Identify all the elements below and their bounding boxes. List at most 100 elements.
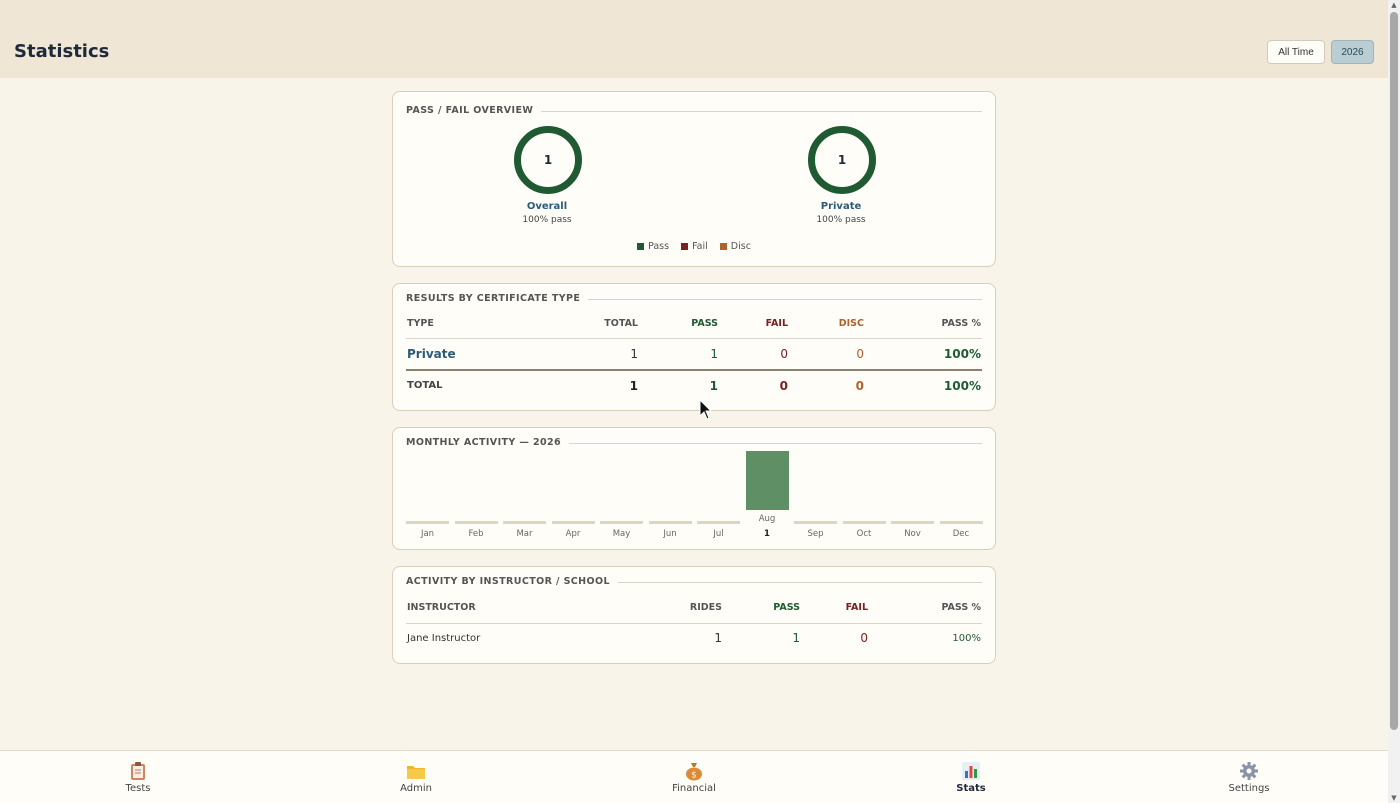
- clipboard-icon: [128, 761, 148, 781]
- nav-tests[interactable]: Tests: [78, 751, 198, 803]
- svg-text:$: $: [691, 771, 697, 781]
- page-title: Statistics: [14, 41, 110, 62]
- totals-disc: 0: [855, 379, 864, 393]
- legend: Pass Fail Disc: [393, 241, 995, 252]
- month-label: Nov: [904, 529, 921, 539]
- month-bar-sep: [794, 521, 837, 524]
- col-header-pass: PASS: [691, 318, 718, 329]
- nav-label: Financial: [672, 783, 716, 794]
- folder-icon: [406, 761, 426, 781]
- scroll-thumb[interactable]: [1390, 12, 1398, 730]
- month-label: Jan: [420, 529, 435, 539]
- nav-label: Stats: [956, 783, 986, 794]
- private-pass-rate: 100% pass: [816, 215, 866, 225]
- instructor-activity-card: ACTIVITY BY INSTRUCTOR / SCHOOL INSTRUCT…: [392, 566, 996, 664]
- month-bar-feb: [454, 521, 498, 524]
- card-title: RESULTS BY CERTIFICATE TYPE: [406, 293, 589, 304]
- totals-pass-pct: 100%: [943, 379, 981, 393]
- disc-swatch-icon: [719, 243, 727, 250]
- totals-total: 1: [629, 379, 638, 393]
- overall-pass-rate: 100% pass: [522, 215, 572, 225]
- nav-label: Settings: [1228, 783, 1270, 794]
- month-bar-aug: [745, 451, 789, 510]
- disc-value: 0: [856, 347, 864, 361]
- scroll-down-arrow-icon[interactable]: ▼: [1390, 794, 1398, 802]
- overall-label[interactable]: Overall: [477, 201, 617, 212]
- month-bar-jan: [406, 521, 449, 524]
- col-header-type: TYPE: [407, 318, 434, 329]
- totals-fail: 0: [779, 379, 788, 393]
- month-count: 1: [764, 529, 770, 539]
- page-header: Statistics All Time 2026: [0, 0, 1388, 78]
- bottom-nav: Tests Admin $ Financial Stats Settings: [0, 750, 1388, 803]
- pass-value: 1: [710, 347, 718, 361]
- private-label[interactable]: Private: [771, 201, 911, 212]
- nav-settings[interactable]: Settings: [1189, 751, 1309, 803]
- nav-label: Tests: [125, 783, 151, 794]
- pass-value: 1: [792, 631, 800, 645]
- col-header-instructor: INSTRUCTOR: [407, 602, 476, 613]
- legend-label: Fail: [692, 241, 708, 252]
- legend-pass: Pass: [637, 241, 669, 252]
- results-by-certificate-card: RESULTS BY CERTIFICATE TYPE TYPE TOTAL P…: [392, 283, 996, 411]
- month-label: Mar: [516, 529, 533, 539]
- month-label: Feb: [468, 529, 484, 539]
- card-title: PASS / FAIL OVERVIEW: [406, 105, 542, 116]
- legend-label: Disc: [730, 241, 751, 252]
- fail-swatch-icon: [681, 243, 689, 250]
- col-header-disc: DISC: [838, 318, 864, 329]
- pass-pct-value: 100%: [943, 347, 981, 361]
- pass-pct-value: 100%: [952, 633, 981, 644]
- mouse-cursor-icon: [699, 398, 713, 421]
- col-header-fail: FAIL: [765, 318, 788, 329]
- month-bar-jun: [648, 521, 692, 524]
- nav-admin[interactable]: Admin: [356, 751, 476, 803]
- month-bar-apr: [551, 521, 595, 524]
- year-filter-button[interactable]: 2026: [1331, 40, 1374, 64]
- private-donut: 1: [808, 126, 876, 194]
- card-title: ACTIVITY BY INSTRUCTOR / SCHOOL: [406, 576, 618, 587]
- col-header-fail: FAIL: [845, 602, 868, 613]
- month-bar-may: [600, 521, 643, 524]
- month-label: Jun: [663, 529, 677, 539]
- fail-value: 0: [860, 631, 868, 645]
- month-label: Jul: [713, 529, 724, 539]
- month-bar-dec: [939, 521, 983, 524]
- month-bar-mar: [503, 521, 546, 524]
- nav-financial[interactable]: $ Financial: [634, 751, 754, 803]
- money-bag-icon: $: [684, 761, 704, 781]
- gear-icon: [1239, 761, 1259, 781]
- bar-chart-icon: [961, 761, 981, 781]
- pass-fail-overview-card: PASS / FAIL OVERVIEW 1 Overall 100% pass…: [392, 91, 996, 267]
- month-label: Dec: [952, 529, 970, 539]
- legend-label: Pass: [648, 241, 670, 252]
- month-label: Aug: [758, 514, 776, 524]
- card-title: MONTHLY ACTIVITY — 2026: [406, 437, 570, 448]
- col-header-pass: PASS: [773, 602, 800, 613]
- instructor-name: Jane Instructor: [407, 633, 481, 644]
- month-bar-oct: [842, 521, 886, 524]
- month-bar-jul: [697, 521, 740, 524]
- total-value: 1: [630, 347, 638, 361]
- scroll-up-arrow-icon[interactable]: ▲: [1390, 1, 1398, 9]
- scrollbar[interactable]: ▲ ▼: [1388, 0, 1400, 803]
- divider: [406, 623, 982, 624]
- monthly-activity-card: MONTHLY ACTIVITY — 2026 Jan Feb Mar Apr May J…: [392, 427, 996, 550]
- month-label: Sep: [807, 529, 824, 539]
- month-bar-nov: [891, 521, 934, 524]
- month-label: May: [612, 529, 631, 539]
- fail-value: 0: [780, 347, 788, 361]
- all-time-button[interactable]: All Time: [1267, 40, 1325, 64]
- rides-value: 1: [714, 631, 722, 645]
- col-header-pass-pct: PASS %: [941, 318, 981, 329]
- pass-swatch-icon: [637, 243, 645, 250]
- col-header-total: TOTAL: [604, 318, 638, 329]
- overall-donut: 1: [514, 126, 582, 194]
- col-header-pass-pct: PASS %: [941, 602, 981, 613]
- cert-type-link[interactable]: Private: [407, 347, 456, 361]
- totals-divider: [406, 369, 982, 371]
- nav-stats[interactable]: Stats: [911, 751, 1031, 803]
- totals-pass: 1: [709, 379, 718, 393]
- divider: [406, 338, 982, 339]
- col-header-rides: RIDES: [689, 602, 722, 613]
